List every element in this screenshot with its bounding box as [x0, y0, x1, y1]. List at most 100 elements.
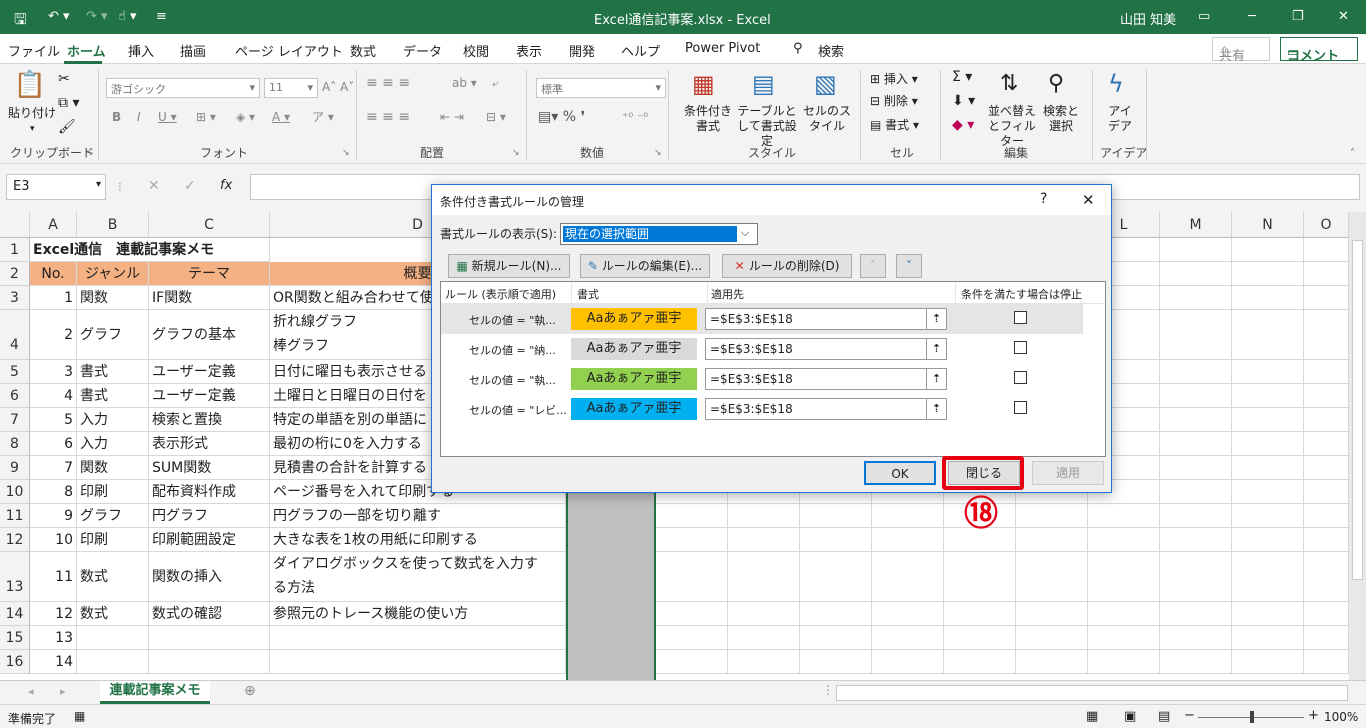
empty-cell[interactable] [872, 504, 944, 528]
empty-cell[interactable] [1232, 504, 1304, 528]
empty-cell[interactable] [1232, 456, 1304, 480]
row-header[interactable]: 9 [0, 456, 30, 480]
cell-b[interactable]: 印刷 [77, 528, 149, 552]
stop-if-true-checkbox[interactable] [1014, 371, 1027, 384]
empty-cell[interactable] [1160, 384, 1232, 408]
conditional-format-button[interactable]: 条件付き書式 [680, 104, 736, 134]
share-button[interactable]: ⇪ 共有 [1212, 37, 1270, 64]
cell-c[interactable]: 検索と置換 [149, 408, 270, 432]
cell-c[interactable]: IF関数 [149, 286, 270, 310]
cell-a[interactable]: 12 [30, 602, 77, 626]
cell-a[interactable]: 6 [30, 432, 77, 456]
cell-b[interactable]: 入力 [77, 432, 149, 456]
empty-cell[interactable] [1304, 528, 1349, 552]
edit-rule-button[interactable]: ✎ ルールの編集(E)... [580, 254, 710, 278]
col-header-n[interactable]: N [1232, 212, 1304, 238]
empty-cell[interactable] [1160, 408, 1232, 432]
search-icon[interactable]: ⚲ [793, 41, 803, 56]
autosum-icon[interactable]: Σ ▾ [952, 70, 972, 85]
tab-formulas[interactable]: 数式 [350, 41, 376, 60]
cell-b[interactable]: 数式 [77, 602, 149, 626]
empty-cell[interactable] [800, 552, 872, 602]
orientation-icon[interactable]: ab ▾ [452, 76, 477, 91]
applies-to-field[interactable]: =$E$3:$E$18 ⇡ [705, 338, 947, 360]
scroll-thumb[interactable] [1352, 240, 1363, 580]
empty-cell[interactable] [1088, 626, 1160, 650]
empty-cell[interactable] [1160, 310, 1232, 360]
cell-a[interactable]: 11 [30, 552, 77, 602]
row-header[interactable]: 13 [0, 552, 30, 602]
empty-cell[interactable] [1232, 528, 1304, 552]
empty-cell[interactable] [1304, 238, 1349, 262]
comment-button[interactable]: ▭ コメント [1280, 37, 1358, 64]
empty-cell[interactable] [1160, 626, 1232, 650]
tab-developer[interactable]: 開発 [569, 41, 595, 60]
help-icon[interactable]: ? [1040, 191, 1047, 207]
font-size-change-icons[interactable]: A˄ A˅ [322, 80, 354, 95]
empty-cell[interactable] [1304, 480, 1349, 504]
empty-cell[interactable] [728, 650, 800, 674]
empty-cell[interactable] [656, 626, 728, 650]
ribbon-display-icon[interactable]: ▭ [1198, 9, 1210, 24]
copy-icon[interactable]: ⧉ ▾ [58, 96, 79, 111]
cell-c[interactable]: 配布資料作成 [149, 480, 270, 504]
col-header-a[interactable]: A [30, 212, 77, 238]
cell-c[interactable]: グラフの基本 [149, 310, 270, 360]
cell-c[interactable]: 印刷範囲設定 [149, 528, 270, 552]
row-header[interactable]: 1 [0, 238, 30, 262]
empty-cell[interactable] [800, 650, 872, 674]
apply-button[interactable]: 適用 [1032, 461, 1104, 485]
close-window-icon[interactable]: ✕ [1338, 9, 1349, 24]
cell-style-icon[interactable]: ▧ [814, 70, 837, 98]
cell-c[interactable] [149, 626, 270, 650]
empty-cell[interactable] [1088, 552, 1160, 602]
insert-function-icon[interactable]: fx [220, 178, 232, 193]
horizontal-align-icons[interactable]: ≡ ≡ ≡ [366, 110, 410, 125]
number-format-box[interactable]: 標準 ▾ [536, 78, 666, 98]
empty-cell[interactable] [1088, 528, 1160, 552]
empty-cell[interactable] [1088, 650, 1160, 674]
undo-icon[interactable]: ↶ ▾ [48, 9, 70, 24]
empty-cell[interactable] [728, 626, 800, 650]
cell-b[interactable]: 数式 [77, 552, 149, 602]
cell-a[interactable]: 3 [30, 360, 77, 384]
empty-cell[interactable] [1016, 650, 1088, 674]
empty-cell[interactable] [1304, 384, 1349, 408]
cell-a[interactable]: No. [30, 262, 77, 286]
name-box[interactable]: E3 ▾ [6, 174, 106, 200]
row-header[interactable]: 2 [0, 262, 30, 286]
cell-c[interactable]: テーマ [149, 262, 270, 286]
move-down-button[interactable]: ˅ [896, 254, 922, 278]
cell-c[interactable]: ユーザー定義 [149, 360, 270, 384]
clear-icon[interactable]: ◆ ▾ [952, 118, 974, 133]
cell-a[interactable]: 10 [30, 528, 77, 552]
empty-cell[interactable] [1304, 310, 1349, 360]
empty-cell[interactable] [1232, 552, 1304, 602]
cell-c[interactable] [149, 650, 270, 674]
horizontal-scrollbar[interactable] [836, 685, 1348, 701]
empty-cell[interactable] [1088, 602, 1160, 626]
empty-cell[interactable] [728, 602, 800, 626]
cell-b[interactable]: グラフ [77, 310, 149, 360]
sort-filter-icon[interactable]: ⇅ [1000, 70, 1018, 98]
empty-cell[interactable] [944, 552, 1016, 602]
borders-icon[interactable]: ⊞ ▾ [196, 110, 216, 125]
empty-cell[interactable] [1160, 552, 1232, 602]
empty-cell[interactable] [1160, 528, 1232, 552]
empty-cell[interactable] [1232, 650, 1304, 674]
cell-b[interactable]: 関数 [77, 456, 149, 480]
cell-style-button[interactable]: セルのスタイル [802, 104, 852, 134]
empty-cell[interactable] [1016, 528, 1088, 552]
cell-d[interactable] [270, 626, 566, 650]
indent-icons[interactable]: ⇤ ⇥ [440, 110, 464, 125]
empty-cell[interactable] [656, 504, 728, 528]
cell-a[interactable]: 8 [30, 480, 77, 504]
user-name[interactable]: 山田 知美 [1120, 9, 1176, 28]
cell-d[interactable]: 参照元のトレース機能の使い方 [270, 602, 566, 626]
empty-cell[interactable] [1160, 650, 1232, 674]
empty-cell[interactable] [800, 528, 872, 552]
cell-c[interactable]: SUM関数 [149, 456, 270, 480]
split-handle-icon[interactable]: ⋮ [822, 683, 834, 697]
col-header-c[interactable]: C [149, 212, 270, 238]
cell-b[interactable] [77, 650, 149, 674]
